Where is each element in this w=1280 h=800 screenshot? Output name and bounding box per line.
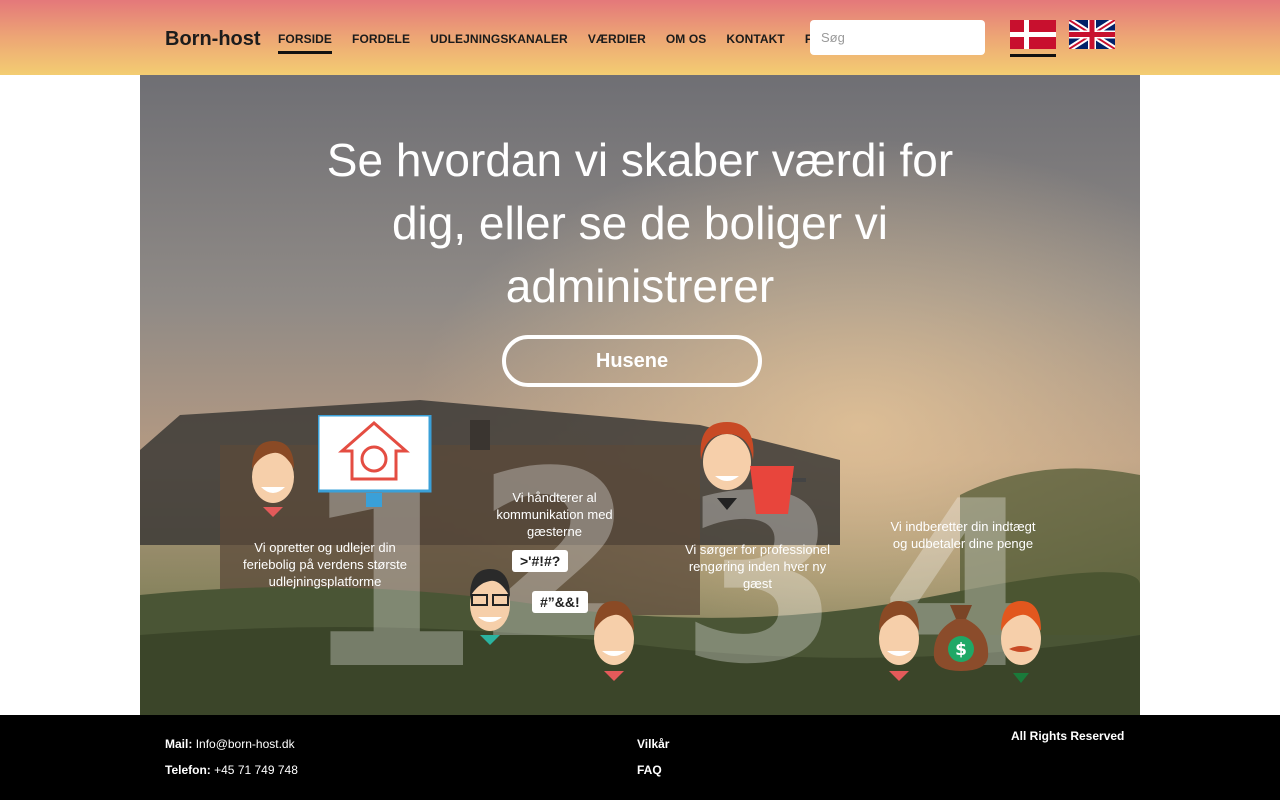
danish-flag-icon[interactable] <box>1010 20 1056 49</box>
nav-vaerdier[interactable]: VÆRDIER <box>588 32 646 52</box>
money-bag-icon: $ <box>933 605 989 671</box>
person-avatar-3 <box>879 601 919 681</box>
husene-button[interactable]: Husene <box>502 335 762 387</box>
nav-udlejningskanaler[interactable]: UDLEJNINGSKANALER <box>430 32 568 52</box>
step-2-text: Vi håndterer al kommunikation med gæster… <box>496 490 613 539</box>
hero-section: 1 2 3 4 Se hvordan vi skaber værdi for d… <box>140 75 1140 715</box>
uk-flag-icon[interactable] <box>1069 20 1115 49</box>
step-3-text: Vi sørger for professionel rengøring ind… <box>685 542 830 591</box>
search-input[interactable] <box>810 20 985 55</box>
mail-label: Mail: <box>165 737 193 751</box>
main-nav: FORSIDE FORDELE UDLEJNINGSKANALER VÆRDIE… <box>278 32 850 54</box>
footer-phone: Telefon: +45 71 749 748 <box>165 763 298 777</box>
nav-fordele[interactable]: FORDELE <box>352 32 410 52</box>
footer-rights: All Rights Reserved <box>1011 729 1125 743</box>
person-avatar-glasses <box>470 569 510 645</box>
site-logo[interactable]: Born-host <box>165 28 261 51</box>
phone-label: Telefon: <box>165 763 211 777</box>
footer-link-faq[interactable]: FAQ <box>637 763 662 777</box>
active-language-indicator <box>1010 54 1056 57</box>
cleaning-bucket-icon <box>750 466 806 514</box>
person-avatar-1 <box>252 441 294 517</box>
person-avatar-4 <box>1001 601 1041 683</box>
monitor-house-icon <box>318 415 432 507</box>
mail-link[interactable]: Info@born-host.dk <box>196 737 295 751</box>
footer-mail: Mail: Info@born-host.dk <box>165 737 295 751</box>
step-1-text: Vi opretter og udlejer din feriebolig på… <box>242 540 408 589</box>
speech-bubble-2: #”&&! <box>532 591 588 613</box>
nav-forside[interactable]: FORSIDE <box>278 32 333 54</box>
step-4-text: Vi indberetter din indtægt og udbetaler … <box>890 519 1036 551</box>
site-header: Born-host FORSIDE FORDELE UDLEJNINGSKANA… <box>0 0 1280 75</box>
footer-link-vilkaar[interactable]: Vilkår <box>637 737 669 751</box>
hero-title: Se hvordan vi skaber værdi for dig, elle… <box>326 134 954 312</box>
site-footer: Mail: Info@born-host.dk Telefon: +45 71 … <box>0 715 1280 800</box>
speech-bubble-1: >'#!#? <box>512 550 569 572</box>
nav-kontakt[interactable]: KONTAKT <box>726 32 784 52</box>
phone-link[interactable]: +45 71 749 748 <box>214 763 298 777</box>
person-avatar-2 <box>594 601 634 681</box>
nav-om-os[interactable]: OM OS <box>666 32 707 52</box>
svg-text:$: $ <box>955 640 967 660</box>
